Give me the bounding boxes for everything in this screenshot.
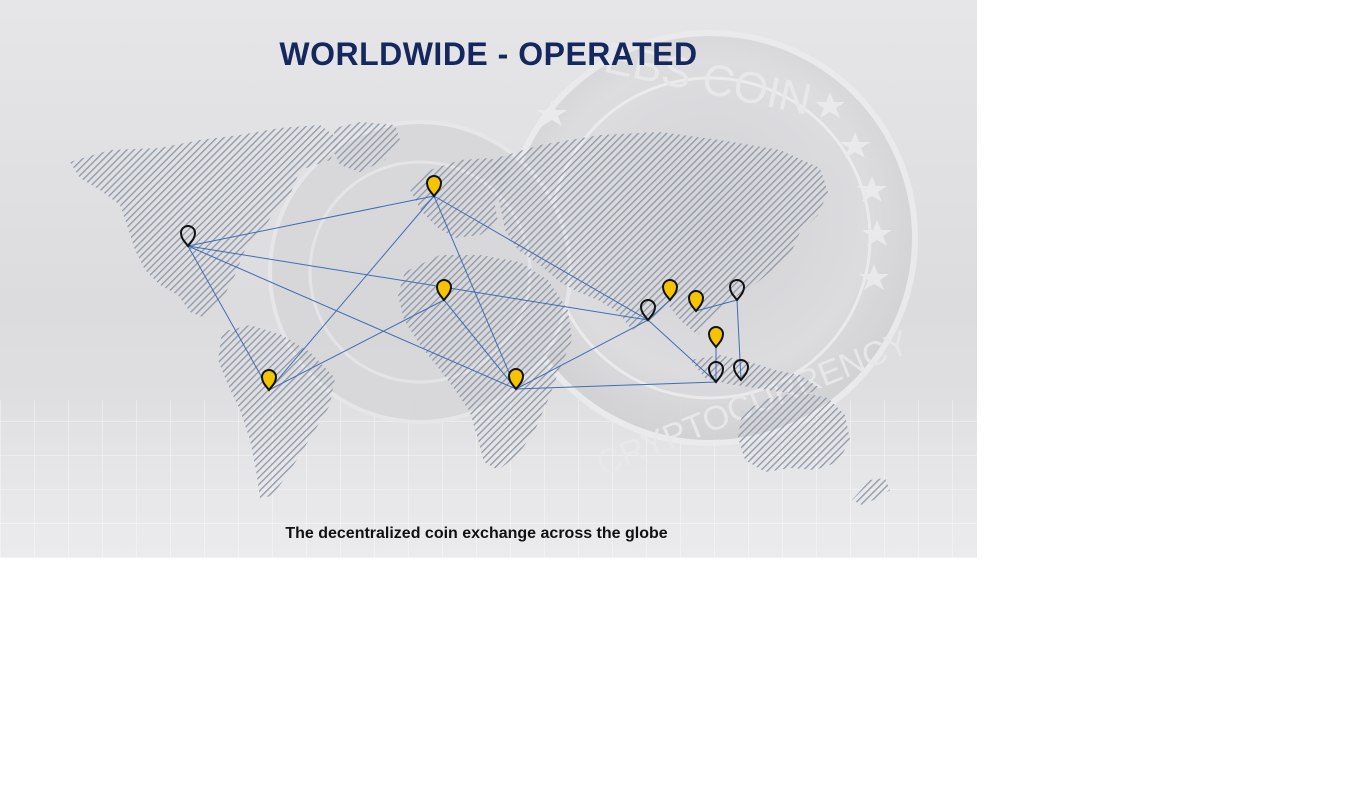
- banner-title: WORLDWIDE - OPERATED: [279, 36, 698, 72]
- continent-new-zealand: [852, 478, 890, 505]
- world-map: EBS COIN CRYPTOCURRENCY: [70, 30, 918, 505]
- banner-subtitle: The decentralized coin exchange across t…: [285, 525, 668, 542]
- banner: EBS COIN CRYPTOCURRENCY WORLDWIDE - OPER…: [0, 0, 977, 558]
